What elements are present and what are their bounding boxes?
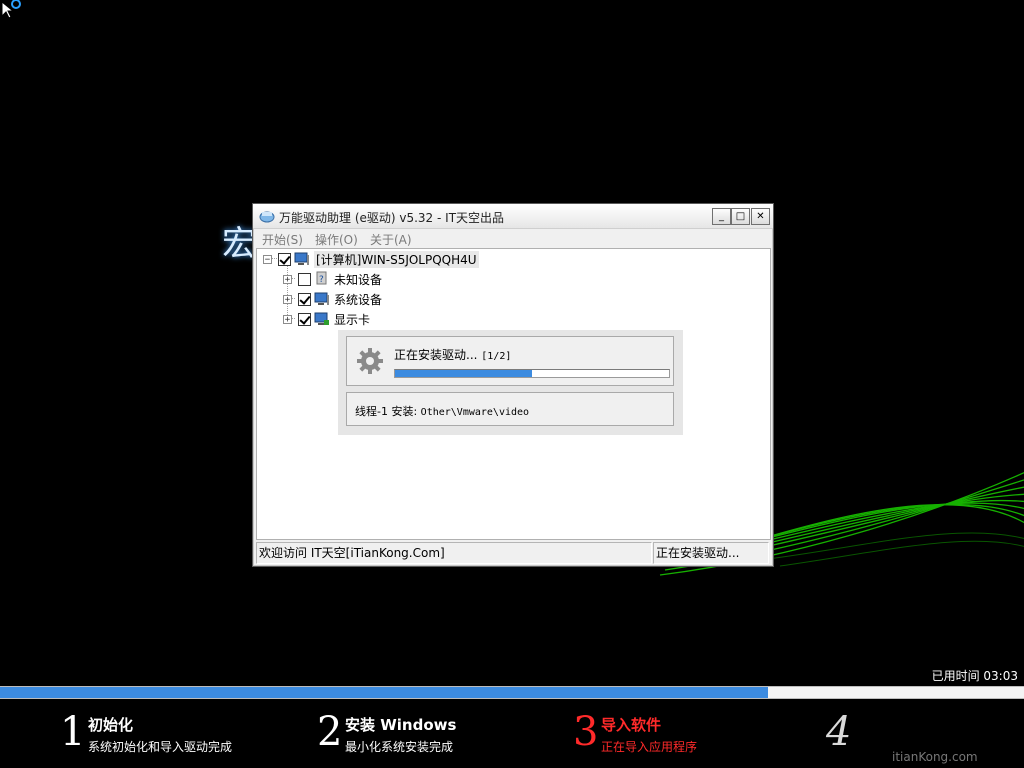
step-3-number: 3 [573,709,599,755]
step-3-subtitle: 正在导入应用程序 [601,740,698,754]
tree-node-computer[interactable]: − [计算机]WIN-S5JOLPQQH4U [263,250,479,268]
display-adapter-icon [314,312,329,325]
driver-progress-fill [395,370,532,377]
thread-path: Other\Vmware\video [420,407,530,418]
display-adapter-checkbox[interactable] [298,312,311,326]
tree-node-unknown-devices[interactable]: + ? 未知设备 [283,270,382,288]
background-brand-text: 宏 [222,224,256,264]
svg-text:?: ? [319,275,324,285]
thread-status: 线程-1 安装: Other\Vmware\video [355,403,529,419]
gear-icon [357,348,383,374]
status-welcome: 欢迎访问 IT天空[iTianKong.Com] [256,542,652,564]
tree-expand-toggle[interactable]: + [283,294,292,304]
watermark: itianKong.com [892,750,978,764]
install-progress-dialog: 正在安装驱动... [1/2] 线程-1 安装: Other\Vmware\vi… [338,330,683,435]
step-3-title: 导入软件 [601,716,662,734]
installing-label: 正在安装驱动... [394,348,478,362]
step-2-title: 安装 Windows [345,716,457,734]
tree-expand-toggle[interactable]: + [283,274,292,284]
step-2-subtitle: 最小化系统安装完成 [345,740,454,754]
status-bar: 欢迎访问 IT天空[iTianKong.Com] 正在安装驱动... [256,542,769,564]
close-button[interactable]: ✕ [751,208,770,225]
display-adapter-label: 显示卡 [334,312,371,327]
system-devices-checkbox[interactable] [298,292,311,306]
app-icon [259,211,275,223]
driver-progress-bar [394,369,670,378]
step-1-title: 初始化 [88,716,134,734]
menu-start[interactable]: 开始(S) [262,231,303,248]
install-counter: [1/2] [481,351,512,362]
status-installing: 正在安装驱动... [653,542,769,564]
tree-node-system-devices[interactable]: + 系统设备 [283,290,382,308]
step-1-subtitle: 系统初始化和导入驱动完成 [88,740,233,754]
title-bar[interactable]: 万能驱动助理 (e驱动) v5.32 - IT天空出品 _ □ ✕ [253,204,773,229]
step-1-number: 1 [60,709,86,755]
overall-progress-bar [0,686,1024,699]
system-device-icon [314,292,329,305]
computer-label: [计算机]WIN-S5JOLPQQH4U [314,250,479,268]
elapsed-value: 03:03 [983,669,1018,683]
step-2-number: 2 [317,709,343,755]
computer-checkbox[interactable] [278,252,291,266]
mouse-cursor-icon [1,0,21,19]
menu-bar: 开始(S) 操作(O) 关于(A) [253,229,773,248]
step-4-number: 4 [826,709,852,755]
tree-expand-toggle[interactable]: + [283,314,292,324]
maximize-button[interactable]: □ [731,208,750,225]
tree-collapse-toggle[interactable]: − [263,254,272,264]
overall-progress-fill [0,687,768,698]
minimize-button[interactable]: _ [712,208,731,225]
installing-status: 正在安装驱动... [1/2] [394,346,511,363]
install-status-panel: 正在安装驱动... [1/2] [346,336,674,386]
computer-icon [294,252,309,265]
system-devices-label: 系统设备 [334,292,383,307]
unknown-devices-checkbox[interactable] [298,272,311,286]
window-title: 万能驱动助理 (e驱动) v5.32 - IT天空出品 [279,211,505,225]
menu-operation[interactable]: 操作(O) [315,231,358,248]
menu-about[interactable]: 关于(A) [370,231,412,248]
unknown-devices-label: 未知设备 [334,272,383,287]
elapsed-label: 已用时间 [931,669,980,683]
unknown-device-icon: ? [316,271,327,285]
elapsed-time: 已用时间 03:03 [932,667,1018,684]
thread-label: 线程-1 安装: [355,405,418,418]
tree-node-display-adapter[interactable]: + 显示卡 [283,310,370,328]
thread-status-panel: 线程-1 安装: Other\Vmware\video [346,392,674,426]
